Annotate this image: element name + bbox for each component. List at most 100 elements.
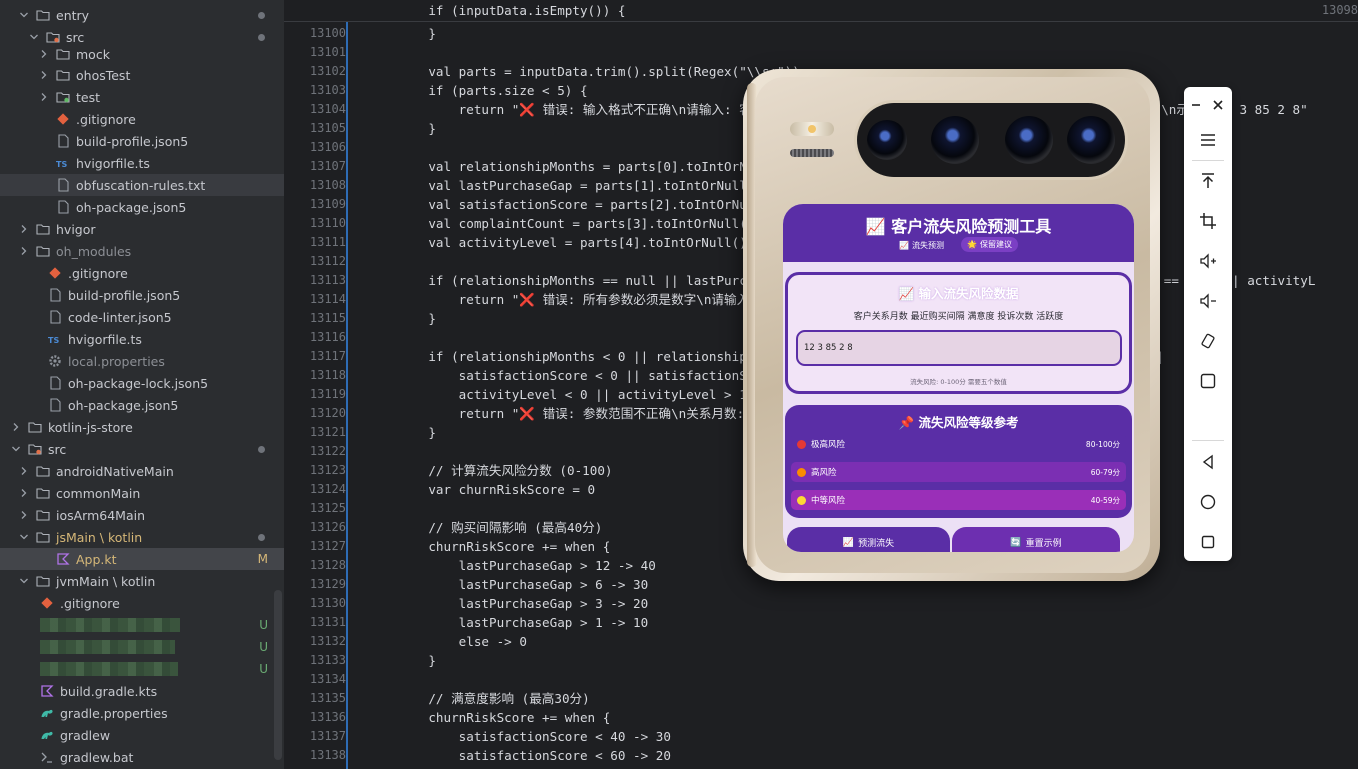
tree-file-item[interactable]: gradlew.bat — [0, 746, 284, 768]
chevron-right-icon[interactable] — [38, 69, 50, 81]
code-line[interactable]: return "❌ 错误: 参数范围不正确\n关系月数:0 — [398, 404, 752, 423]
tree-folder-item[interactable]: jsMain \ kotlin — [0, 526, 284, 548]
code-line[interactable]: activityLevel < 0 || activityLevel > 10) — [398, 385, 762, 404]
tree-file-item[interactable]: .gitignore — [0, 108, 284, 130]
tree-folder-item[interactable]: entry — [0, 4, 284, 26]
code-line[interactable]: satisfactionScore < 60 -> 20 — [398, 746, 671, 765]
volume-down-button[interactable] — [1192, 287, 1224, 315]
rotate-button[interactable] — [1192, 327, 1224, 355]
code-line[interactable]: val lastPurchaseGap = parts[1].toIntOrNu… — [398, 176, 762, 195]
back-button[interactable] — [1192, 448, 1224, 476]
code-line[interactable]: } — [398, 309, 436, 328]
sticky-scroll-header[interactable]: 13098 if (inputData.isEmpty()) { — [284, 0, 1358, 22]
code-line[interactable]: // 计算流失风险分数 (0-100) — [398, 461, 612, 480]
home-button[interactable] — [1192, 488, 1224, 516]
code-line[interactable]: } — [398, 119, 436, 138]
tree-folder-item[interactable]: hvigor — [0, 218, 284, 240]
code-line[interactable]: } — [398, 423, 436, 442]
chevron-right-icon[interactable] — [38, 48, 50, 60]
tree-file-item[interactable]: obfuscation-rules.txt — [0, 174, 284, 196]
tree-folder-item[interactable]: iosArm64Main — [0, 504, 284, 526]
code-line[interactable]: lastPurchaseGap > 3 -> 20 — [398, 594, 649, 613]
tree-file-item[interactable]: oh-package.json5 — [0, 196, 284, 218]
code-line[interactable]: churnRiskScore += when { — [398, 537, 610, 556]
tree-file-item[interactable]: oh-package-lock.json5 — [0, 372, 284, 394]
code-line[interactable]: lastPurchaseGap > 1 -> 10 — [398, 613, 649, 632]
tree-file-item[interactable]: build.gradle.kts — [0, 680, 284, 702]
tree-file-item[interactable]: gradle.properties — [0, 702, 284, 724]
tree-file-item[interactable]: .gitignore — [0, 262, 284, 284]
input-card: 📈 输入流失风险数据 客户关系月数 最近购买间隔 满意度 投诉次数 活跃度 流失… — [785, 272, 1132, 394]
chevron-down-icon[interactable] — [18, 531, 30, 543]
tree-file-item[interactable]: U — [0, 658, 284, 680]
close-button[interactable] — [1206, 91, 1230, 119]
tree-scrollbar[interactable] — [274, 590, 282, 760]
phone-screen[interactable]: 📈 客户流失风险预测工具 📈 流失预测 🌟 保留建议 📈 输入流失风险数据 客户… — [783, 204, 1134, 552]
code-line[interactable]: // 购买间隔影响 (最高40分) — [398, 518, 602, 537]
code-line[interactable]: val parts = inputData.trim().split(Regex… — [398, 62, 800, 81]
code-line[interactable]: satisfactionScore < 40 -> 30 — [398, 727, 671, 746]
code-line[interactable]: val satisfactionScore = parts[2].toIntOr… — [398, 195, 777, 214]
tree-folder-item[interactable]: test — [0, 86, 284, 108]
minimize-button[interactable] — [1184, 91, 1208, 119]
predict-button[interactable]: 📈 预测流失 — [787, 527, 950, 552]
tree-folder-item[interactable]: oh_modules — [0, 240, 284, 262]
chevron-right-icon[interactable] — [18, 465, 30, 477]
tree-file-item[interactable]: App.kt M — [0, 548, 284, 570]
chevron-down-icon[interactable] — [18, 575, 30, 587]
code-line[interactable]: } — [398, 651, 436, 670]
chevron-right-icon[interactable] — [18, 487, 30, 499]
code-line[interactable]: val relationshipMonths = parts[0].toIntO… — [398, 157, 784, 176]
code-line[interactable]: val complaintCount = parts[3].toIntOrNul… — [398, 214, 754, 233]
menu-button[interactable] — [1192, 126, 1224, 154]
code-line[interactable]: } — [398, 24, 436, 43]
tree-folder-item[interactable]: jvmMain \ kotlin — [0, 570, 284, 592]
code-line[interactable]: val activityLevel = parts[4].toIntOrNull… — [398, 233, 746, 252]
code-line[interactable]: if (parts.size < 5) { — [398, 81, 587, 100]
volume-down-icon — [1200, 293, 1216, 309]
code-line[interactable]: lastPurchaseGap > 6 -> 30 — [398, 575, 649, 594]
chevron-right-icon[interactable] — [18, 509, 30, 521]
tree-file-item[interactable]: build-profile.json5 — [0, 130, 284, 152]
tab-advice[interactable]: 🌟 保留建议 — [961, 237, 1018, 252]
chevron-right-icon[interactable] — [18, 245, 30, 257]
tree-file-item[interactable]: oh-package.json5 — [0, 394, 284, 416]
tree-file-item[interactable]: .gitignore — [0, 592, 284, 614]
vcs-change-dot — [258, 33, 265, 41]
tree-folder-item[interactable]: mock — [0, 43, 284, 65]
chevron-right-icon[interactable] — [38, 91, 50, 103]
tab-predict[interactable]: 📈 流失预测 — [899, 238, 944, 252]
chevron-right-icon[interactable] — [10, 421, 22, 433]
tree-file-item[interactable]: code-linter.json5 — [0, 306, 284, 328]
tree-file-item[interactable]: TS hvigorfile.ts — [0, 328, 284, 350]
tree-file-item[interactable]: U — [0, 636, 284, 658]
code-line[interactable]: else -> 0 — [398, 632, 527, 651]
tree-file-item[interactable]: gradlew — [0, 724, 284, 746]
code-line[interactable]: // 满意度影响 (最高30分) — [398, 689, 589, 708]
volume-up-button[interactable] — [1192, 247, 1224, 275]
tree-folder-item[interactable]: kotlin-js-store — [0, 416, 284, 438]
recents-button[interactable] — [1192, 528, 1224, 556]
screenshot-crop-button[interactable] — [1192, 207, 1224, 235]
risk-data-input[interactable] — [796, 330, 1122, 366]
code-line[interactable]: var churnRiskScore = 0 — [398, 480, 595, 499]
chevron-down-icon[interactable] — [10, 443, 22, 455]
tree-file-item[interactable]: U — [0, 614, 284, 636]
tree-folder-item[interactable]: androidNativeMain — [0, 460, 284, 482]
code-line[interactable]: lastPurchaseGap > 12 -> 40 — [398, 556, 656, 575]
tree-folder-item[interactable]: src — [0, 438, 284, 460]
chevron-down-icon[interactable] — [28, 31, 40, 43]
tree-file-item[interactable]: TS hvigorfile.ts — [0, 152, 284, 174]
tree-folder-item[interactable]: commonMain — [0, 482, 284, 504]
chevron-down-icon[interactable] — [18, 9, 30, 21]
code-line[interactable]: return "❌ 错误: 所有参数必须是数字\n请输入 — [398, 290, 750, 309]
fold-button[interactable] — [1192, 367, 1224, 395]
tree-folder-item[interactable]: ohosTest — [0, 64, 284, 86]
pin-top-button[interactable] — [1192, 167, 1224, 195]
tree-file-item[interactable]: build-profile.json5 — [0, 284, 284, 306]
code-line[interactable]: churnRiskScore += when { — [398, 708, 610, 727]
chevron-right-icon[interactable] — [18, 223, 30, 235]
tree-file-item[interactable]: local.properties — [0, 350, 284, 372]
folder-icon — [36, 222, 50, 236]
reset-button[interactable]: 🔄 重置示例 — [952, 527, 1120, 552]
